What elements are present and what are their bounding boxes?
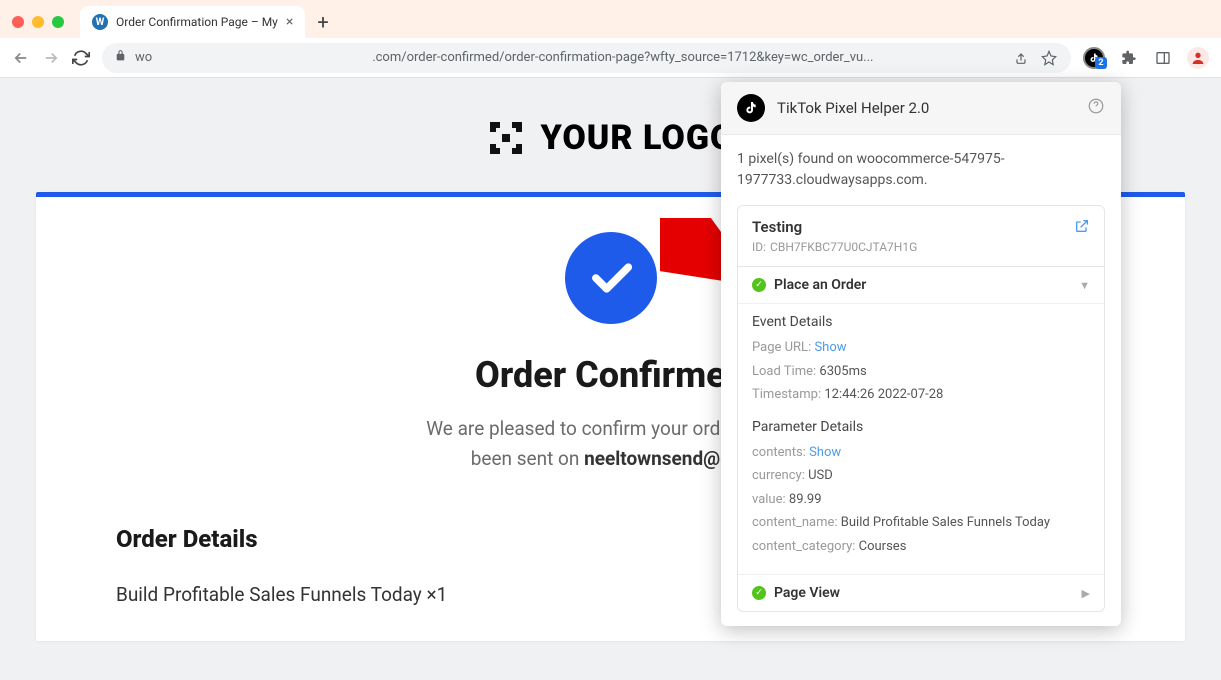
help-icon[interactable] (1087, 97, 1105, 119)
param-content-name: content_name: Build Profitable Sales Fun… (752, 513, 1090, 533)
pixel-card: Testing ID:CBH7FKBC77U0CJTA7H1G ✓ Place … (737, 205, 1105, 612)
success-dot-icon: ✓ (752, 586, 766, 600)
tab-close-icon[interactable]: × (286, 14, 293, 30)
site-logo: YOUR LOGO (486, 118, 734, 158)
event-details: Event Details Page URL: Show Load Time: … (738, 304, 1104, 575)
minimize-window-button[interactable] (32, 16, 44, 28)
tab-title: Order Confirmation Page – My (116, 15, 278, 29)
chevron-down-icon: ▼ (1079, 279, 1090, 292)
param-currency: currency: USD (752, 466, 1090, 486)
new-tab-button[interactable]: + (317, 10, 328, 34)
event-name: Page View (774, 585, 1074, 601)
order-item-name: Build Profitable Sales Funnels Today ×1 (116, 583, 447, 606)
close-window-button[interactable] (12, 16, 24, 28)
tab-bar: W Order Confirmation Page – My × + (0, 0, 1221, 38)
lock-icon (114, 49, 127, 66)
window-controls (12, 16, 80, 28)
extension-badge: 2 (1095, 57, 1107, 69)
pixel-card-header: Testing ID:CBH7FKBC77U0CJTA7H1G (738, 206, 1104, 267)
detail-page-url: Page URL: Show (752, 338, 1090, 358)
back-button[interactable] (12, 49, 30, 67)
sidepanel-icon[interactable] (1153, 48, 1173, 68)
address-bar[interactable]: wo.com/order-confirmed/order-confirmatio… (102, 43, 1071, 73)
share-icon[interactable] (1011, 48, 1031, 68)
profile-avatar[interactable] (1187, 47, 1209, 69)
reload-button[interactable] (72, 49, 90, 67)
popup-title: TikTok Pixel Helper 2.0 (777, 99, 1075, 117)
parameter-details-heading: Parameter Details (752, 419, 1090, 435)
extensions-icon[interactable] (1119, 48, 1139, 68)
detail-timestamp: Timestamp: 12:44:26 2022-07-28 (752, 385, 1090, 405)
star-icon[interactable] (1039, 48, 1059, 68)
browser-tab[interactable]: W Order Confirmation Page – My × (80, 6, 305, 38)
open-external-icon[interactable] (1074, 218, 1090, 238)
url-text: wo.com/order-confirmed/order-confirmatio… (135, 50, 1003, 65)
event-place-order[interactable]: ✓ Place an Order ▼ (738, 267, 1104, 304)
event-name: Place an Order (774, 277, 1071, 293)
browser-chrome: W Order Confirmation Page – My × + wo.co… (0, 0, 1221, 78)
pixel-id: ID:CBH7FKBC77U0CJTA7H1G (752, 240, 1074, 254)
forward-button[interactable] (42, 49, 60, 67)
logo-text: YOUR LOGO (540, 118, 734, 158)
event-details-heading: Event Details (752, 314, 1090, 330)
maximize-window-button[interactable] (52, 16, 64, 28)
param-content-category: content_category: Courses (752, 537, 1090, 557)
param-contents: contents: Show (752, 443, 1090, 463)
pixel-count-text: 1 pixel(s) found on woocommerce-547975-1… (737, 149, 1105, 191)
browser-toolbar: wo.com/order-confirmed/order-confirmatio… (0, 38, 1221, 78)
toolbar-right-icons: 2 (1083, 47, 1209, 69)
popup-header: TikTok Pixel Helper 2.0 (721, 82, 1121, 135)
checkmark-icon (565, 232, 657, 324)
tiktok-pixel-helper-popup: TikTok Pixel Helper 2.0 1 pixel(s) found… (721, 82, 1121, 626)
param-value: value: 89.99 (752, 490, 1090, 510)
event-page-view[interactable]: ✓ Page View ▶ (738, 575, 1104, 611)
success-dot-icon: ✓ (752, 278, 766, 292)
detail-load-time: Load Time: 6305ms (752, 362, 1090, 382)
chevron-right-icon: ▶ (1082, 587, 1090, 600)
popup-body: 1 pixel(s) found on woocommerce-547975-1… (721, 135, 1121, 626)
tiktok-logo-icon (737, 94, 765, 122)
wordpress-favicon: W (92, 14, 108, 30)
logo-icon (486, 118, 526, 158)
pixel-label: Testing (752, 218, 1074, 236)
tiktok-pixel-extension-icon[interactable]: 2 (1083, 47, 1105, 69)
